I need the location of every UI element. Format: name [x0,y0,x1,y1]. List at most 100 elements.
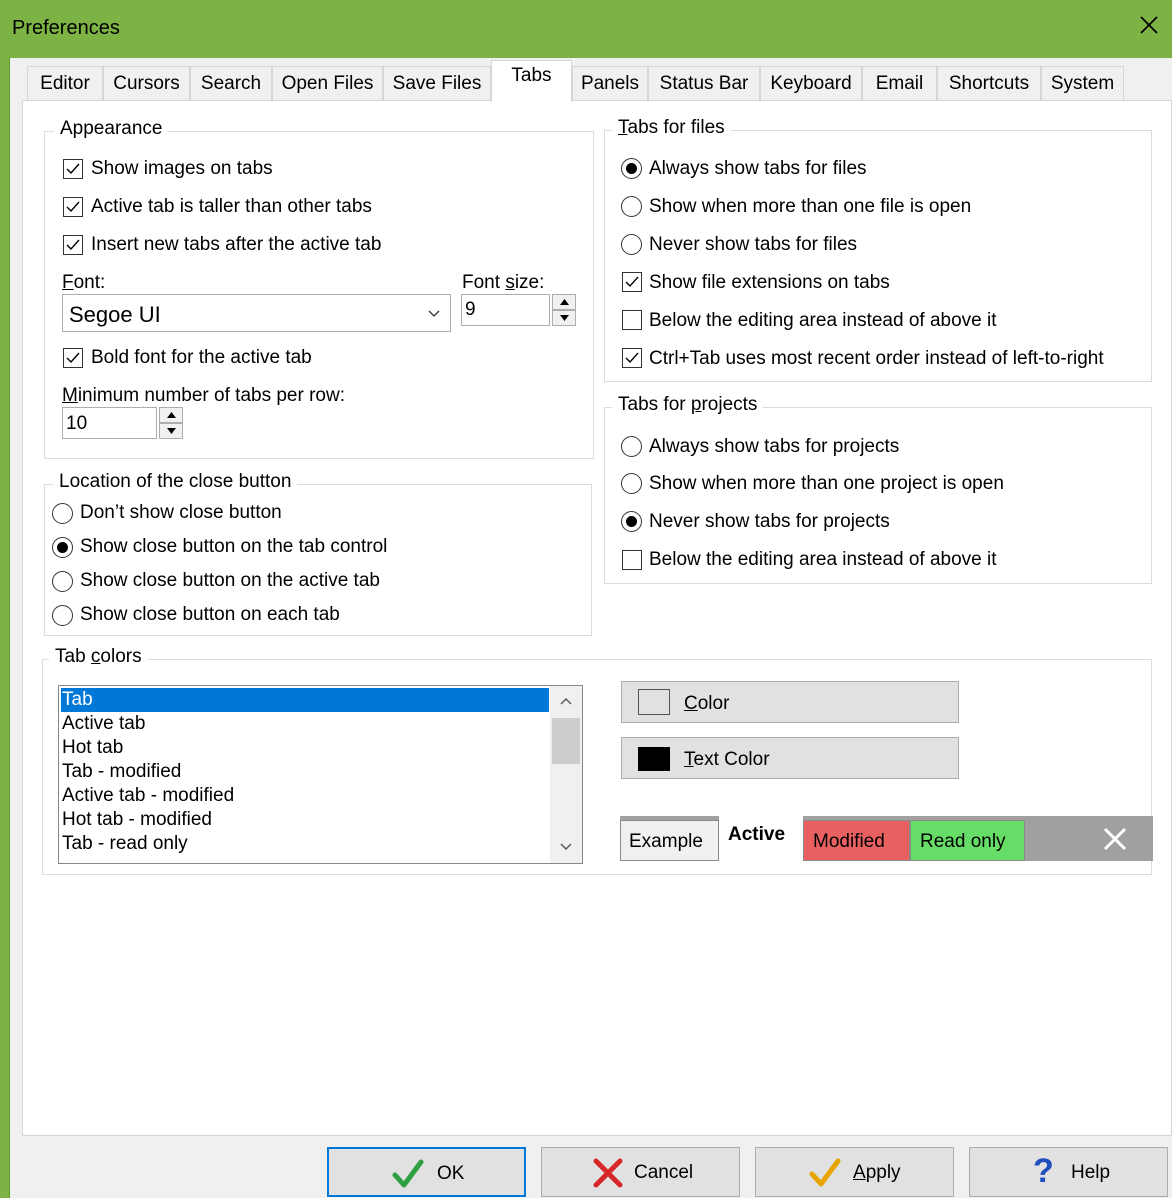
radio-files-always[interactable] [621,158,642,179]
window-title: Preferences [12,17,120,39]
ctrl-tab-checkbox[interactable] [622,348,642,368]
font-size-up-button[interactable] [552,294,576,310]
radio-files-more-than-one[interactable] [621,196,642,217]
tab-panels[interactable]: Panels [572,66,648,101]
preview-tab-active: Active [719,816,803,861]
projects-below-checkbox[interactable] [622,550,642,570]
list-item[interactable]: Active tab [61,712,145,736]
active-taller-checkbox[interactable] [63,197,83,217]
color-button[interactable]: Color [621,681,959,723]
cancel-button[interactable]: Cancel [541,1147,740,1197]
projects-always-label: Always show tabs for projects [649,436,900,457]
cross-icon [593,1158,623,1188]
radio-projects-never[interactable] [621,511,642,532]
tab-cursors[interactable]: Cursors [103,66,190,101]
help-button[interactable]: ? Help [969,1147,1168,1197]
tab-tabs[interactable]: Tabs [491,60,572,102]
files-below-label: Below the editing area instead of above … [649,310,997,331]
close-location-legend: Location of the close button [53,471,298,493]
font-size-value: 9 [465,299,476,320]
min-tabs-value: 10 [66,413,88,434]
tab-editor[interactable]: Editor [27,66,103,101]
checkmark-icon [625,352,639,364]
insert-after-label: Insert new tabs after the active tab [91,234,382,255]
color-button-label: Color [684,693,730,714]
tabs-for-projects-legend: Tabs for projects [612,394,764,416]
file-extensions-label: Show file extensions on tabs [649,272,890,293]
checkmark-icon [392,1159,424,1188]
files-below-checkbox[interactable] [622,310,642,330]
arrow-up-icon [167,412,176,418]
tab-save-files[interactable]: Save Files [383,66,491,101]
active-taller-label: Active tab is taller than other tabs [91,196,372,217]
tab-page-tabs: Appearance Show images on tabs Active ta… [22,100,1172,1136]
font-size-down-button[interactable] [552,310,576,326]
checkmark-icon [625,276,639,288]
bold-active-label: Bold font for the active tab [91,347,312,368]
text-color-button[interactable]: Text Color [621,737,959,779]
radio-dont-show-close[interactable] [52,503,73,524]
show-images-label: Show images on tabs [91,158,273,179]
checkmark-icon [66,239,80,251]
list-item[interactable]: Tab - read only [61,832,188,856]
font-label: Font: [62,272,106,293]
ok-button[interactable]: OK [327,1147,526,1197]
ctrl-tab-label: Ctrl+Tab uses most recent order instead … [649,348,1104,369]
list-scrollbar[interactable] [550,686,582,863]
list-item[interactable]: Hot tab - modified [61,808,212,832]
radio-close-on-each-tab[interactable] [52,605,73,626]
tab-colors-list[interactable]: Tab Active tab Hot tab Tab - modified Ac… [58,685,583,864]
list-item[interactable]: Active tab - modified [61,784,234,808]
projects-more-than-one-label: Show when more than one project is open [649,473,1004,494]
tab-keyboard[interactable]: Keyboard [760,66,862,101]
text-color-swatch [638,747,670,771]
checkmark-icon [809,1158,841,1187]
radio-close-on-tab-control[interactable] [52,537,73,558]
chevron-up-icon[interactable] [560,697,572,705]
list-item[interactable]: Tab [61,688,549,712]
close-icon[interactable] [1134,10,1164,40]
tabs-for-files-legend: Tabs for files [612,117,731,139]
preview-tab-modified: Modified [803,820,910,861]
radio-projects-more-than-one[interactable] [621,473,642,494]
close-on-each-tab-label: Show close button on each tab [80,604,340,625]
min-tabs-up-button[interactable] [159,407,183,423]
tab-shortcuts[interactable]: Shortcuts [937,66,1041,101]
min-tabs-spinbox[interactable]: 10 [62,407,157,439]
close-on-tab-control-label: Show close button on the tab control [80,536,388,557]
font-combobox[interactable]: Segoe UI [62,294,451,332]
arrow-down-icon [167,428,176,434]
font-size-spinbox[interactable]: 9 [461,294,550,326]
text-color-button-label: Text Color [684,749,770,770]
tab-open-files[interactable]: Open Files [272,66,383,101]
color-swatch [638,689,670,715]
font-size-label: Font size: [462,272,545,293]
chevron-down-icon[interactable] [560,843,572,851]
chevron-down-icon [428,310,440,317]
files-never-label: Never show tabs for files [649,234,858,255]
scrollbar-thumb[interactable] [552,718,580,764]
apply-button[interactable]: Apply [755,1147,954,1197]
projects-never-label: Never show tabs for projects [649,511,890,532]
list-item[interactable]: Hot tab [61,736,123,760]
tab-email[interactable]: Email [862,66,937,101]
tab-system[interactable]: System [1041,66,1124,101]
insert-after-checkbox[interactable] [63,235,83,255]
min-tabs-label: Minimum number of tabs per row: [62,385,345,406]
title-bar: Preferences [0,0,1172,58]
tab-status-bar[interactable]: Status Bar [648,66,760,101]
list-item[interactable]: Tab - modified [61,760,181,784]
tab-search[interactable]: Search [190,66,272,101]
preview-tab-example: Example [620,820,719,861]
preview-tab-read-only: Read only [910,820,1025,861]
arrow-down-icon [560,315,569,321]
checkmark-icon [66,201,80,213]
radio-files-never[interactable] [621,234,642,255]
show-images-checkbox[interactable] [63,159,83,179]
min-tabs-down-button[interactable] [159,423,183,439]
appearance-legend: Appearance [54,118,169,140]
radio-projects-always[interactable] [621,436,642,457]
file-extensions-checkbox[interactable] [622,272,642,292]
radio-close-on-active-tab[interactable] [52,571,73,592]
bold-active-checkbox[interactable] [63,348,83,368]
